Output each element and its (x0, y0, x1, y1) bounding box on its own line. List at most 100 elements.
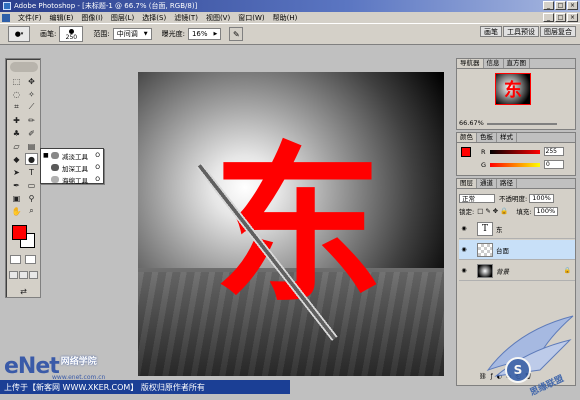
maximize-button[interactable]: □ (555, 1, 566, 10)
flyout-item-label: 减淡工具 (62, 152, 88, 161)
eye-icon[interactable]: ◉ (459, 267, 469, 274)
clone-stamp-tool-icon[interactable]: ♣ (10, 127, 23, 139)
brush-tool-icon[interactable]: ✏ (25, 114, 38, 126)
full-screen-button[interactable] (29, 271, 38, 279)
tab-layer-comps[interactable]: 图层复合 (540, 26, 576, 37)
shape-tool-icon[interactable]: ▭ (25, 179, 38, 191)
lock-fill-row: 锁定: □✎✥🔒 填充: 100% (459, 206, 559, 216)
minimize-button[interactable]: _ (543, 1, 554, 10)
doc-restore-button[interactable]: □ (555, 13, 566, 22)
green-slider[interactable] (490, 162, 541, 167)
path-selection-tool-icon[interactable]: ➤ (10, 166, 23, 178)
quick-mask-mode-button[interactable] (25, 255, 36, 264)
lock-options-icon[interactable]: □✎✥🔒 (477, 207, 510, 215)
tab-swatches[interactable]: 色板 (477, 133, 497, 142)
brush-label: 画笔: (40, 30, 57, 38)
opacity-field[interactable]: 100% (529, 193, 554, 203)
crop-tool-icon[interactable]: ⌗ (10, 101, 23, 113)
eraser-tool-icon[interactable]: ▱ (10, 140, 23, 152)
slice-tool-icon[interactable]: ⟋ (25, 101, 38, 113)
layer-thumbnail: T (477, 221, 493, 236)
standard-mode-button[interactable] (10, 255, 21, 264)
menu-view[interactable]: 视图(V) (202, 13, 234, 23)
flyout-item-sponge[interactable]: 海绵工具 O (41, 174, 103, 185)
tab-navigator[interactable]: 导航器 (457, 59, 484, 68)
shortcut-key: O (95, 164, 100, 171)
menu-window[interactable]: 窗口(W) (234, 13, 268, 23)
flyout-item-dodge[interactable]: ■ 减淡工具 O (41, 150, 103, 161)
history-brush-tool-icon[interactable]: ✐ (25, 127, 38, 139)
blend-mode-value: 正常 (462, 195, 475, 203)
chevron-right-icon: ▶ (213, 31, 218, 37)
layer-name: 背景 (496, 267, 509, 276)
layer-row[interactable]: ◉ T 东 (459, 219, 575, 239)
fill-label: 填充: (516, 208, 532, 216)
menu-file[interactable]: 文件(F) (14, 13, 46, 23)
tab-channels[interactable]: 通道 (477, 179, 497, 188)
brush-picker[interactable]: 250 (59, 26, 84, 42)
zoom-level[interactable]: 66.67% (459, 119, 484, 127)
eyedropper-tool-icon[interactable]: ⚲ (25, 192, 38, 204)
eye-icon[interactable]: ◉ (459, 225, 469, 232)
red-slider[interactable] (489, 149, 540, 154)
foreground-color-swatch[interactable] (12, 225, 27, 240)
type-tool-icon[interactable]: T (25, 166, 38, 178)
navigator-thumbnail[interactable]: 东 (495, 73, 531, 105)
imageready-jump-icon[interactable]: ⇄ (17, 285, 30, 297)
blur-tool-icon[interactable]: ◆ (10, 153, 23, 165)
tab-styles[interactable]: 样式 (497, 133, 517, 142)
blend-opacity-row: 正常 不透明度: 100% (459, 193, 554, 203)
panel-foreground-swatch[interactable] (461, 147, 471, 157)
standard-screen-button[interactable] (9, 271, 18, 279)
doc-close-button[interactable]: × (567, 13, 578, 22)
gradient-tool-icon[interactable]: ▤ (25, 140, 38, 152)
magic-wand-tool-icon[interactable]: ✧ (25, 88, 38, 100)
pen-tool-icon[interactable]: ✒ (10, 179, 23, 191)
airbrush-toggle[interactable]: ✎ (229, 27, 244, 41)
range-select[interactable]: 中间调 ▼ (112, 28, 152, 40)
zoom-tool-icon[interactable]: ⌕ (25, 205, 38, 217)
flyout-item-burn[interactable]: 加深工具 O (41, 162, 103, 173)
layer-row[interactable]: ◉ 台面 (459, 240, 575, 260)
dodge-tool-icon (51, 152, 59, 159)
hand-tool-icon[interactable]: ✋ (10, 205, 23, 217)
lasso-tool-icon[interactable]: ◌ (10, 88, 23, 100)
menu-select[interactable]: 选择(S) (138, 13, 170, 23)
opacity-label: 不透明度: (499, 195, 528, 203)
menu-image[interactable]: 图像(I) (77, 13, 107, 23)
green-value-field[interactable]: 0 (544, 160, 565, 169)
menu-help[interactable]: 帮助(H) (269, 13, 302, 23)
tab-tool-presets[interactable]: 工具预设 (503, 26, 539, 37)
menu-layer[interactable]: 图层(L) (107, 13, 138, 23)
blend-mode-select[interactable]: 正常 (459, 193, 495, 203)
chevron-down-icon: ▼ (143, 31, 148, 37)
tab-histogram[interactable]: 直方图 (504, 59, 530, 68)
notes-tool-icon[interactable]: ▣ (10, 192, 23, 204)
marquee-tool-icon[interactable]: ⬚ (10, 75, 23, 87)
menu-filter[interactable]: 滤镜(T) (170, 13, 202, 23)
layer-row[interactable]: ◉ 背景 🔒 (459, 261, 575, 281)
fill-field[interactable]: 100% (533, 206, 559, 216)
zoom-slider[interactable] (487, 123, 557, 125)
tab-brushes[interactable]: 画笔 (480, 26, 502, 37)
layer-name: 台面 (496, 246, 509, 255)
tab-info[interactable]: 信息 (484, 59, 504, 68)
tab-color[interactable]: 颜色 (457, 133, 477, 142)
tab-layers[interactable]: 图层 (457, 179, 477, 188)
dodge-tool-icon[interactable]: ● (25, 153, 38, 165)
flyout-item-label: 加深工具 (62, 164, 88, 173)
channel-label: G (481, 160, 487, 169)
close-button[interactable]: × (567, 1, 578, 10)
document-canvas[interactable]: 东 (138, 72, 444, 376)
tab-paths[interactable]: 路径 (497, 179, 517, 188)
tool-preset-picker[interactable]: ● ▾ (8, 26, 30, 42)
lock-label: 锁定: (459, 208, 475, 216)
exposure-field[interactable]: 16% ▶ (187, 28, 222, 40)
healing-brush-tool-icon[interactable]: ✚ (10, 114, 23, 126)
menu-edit[interactable]: 编辑(E) (46, 13, 78, 23)
eye-icon[interactable]: ◉ (459, 246, 469, 253)
red-value-field[interactable]: 255 (543, 147, 564, 156)
doc-minimize-button[interactable]: _ (543, 13, 554, 22)
full-screen-menu-button[interactable] (19, 271, 28, 279)
move-tool-icon[interactable]: ✥ (25, 75, 38, 87)
